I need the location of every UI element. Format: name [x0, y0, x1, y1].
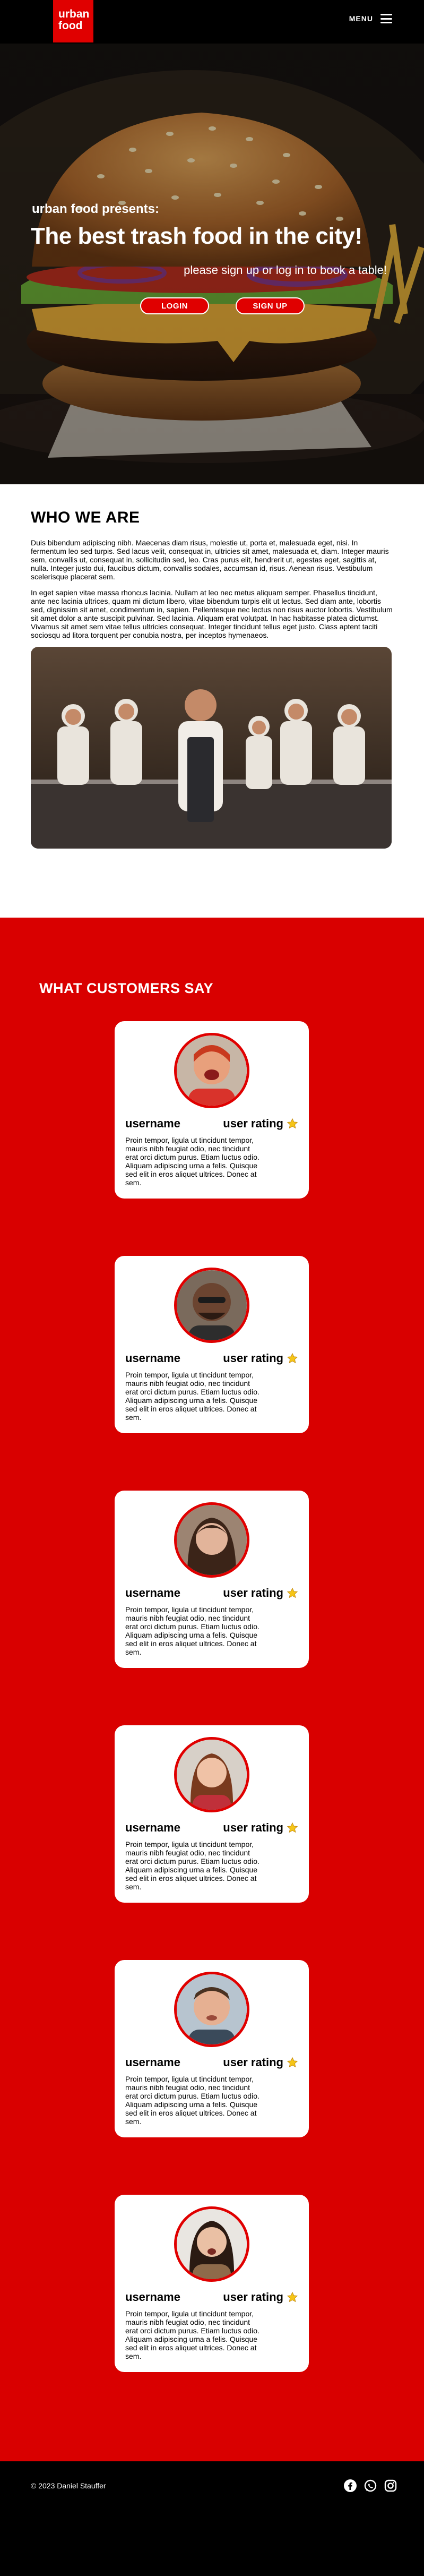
star-icon — [287, 1587, 298, 1598]
hamburger-icon — [380, 14, 392, 23]
review-text: Proin tempor, ligula ut tincidunt tempor… — [125, 1136, 259, 1187]
avatar — [174, 1737, 249, 1812]
review-card: username user rating Proin tempor, ligul… — [115, 1021, 309, 1199]
star-icon — [287, 1353, 298, 1364]
whatsapp-icon[interactable] — [364, 2479, 377, 2493]
review-card: username user rating Proin tempor, ligul… — [115, 1491, 309, 1668]
review-card: username user rating Proin tempor, ligul… — [115, 2195, 309, 2372]
facebook-icon[interactable] — [343, 2479, 357, 2493]
review-rating: user rating — [223, 1821, 298, 1835]
hero-subtitle: please sign up or log in to book a table… — [184, 263, 387, 277]
review-meta: username user rating — [125, 1351, 298, 1365]
hero-kicker: urban food presents: — [32, 202, 160, 216]
about-heading: WHO WE ARE — [31, 509, 140, 526]
avatar — [174, 1502, 249, 1578]
review-card: username user rating Proin tempor, ligul… — [115, 1960, 309, 2137]
review-text: Proin tempor, ligula ut tincidunt tempor… — [125, 1605, 259, 1656]
review-meta: username user rating — [125, 2056, 298, 2069]
review-card: username user rating Proin tempor, ligul… — [115, 1256, 309, 1433]
avatar — [174, 1033, 249, 1108]
instagram-icon[interactable] — [384, 2479, 397, 2493]
hero-section: urban food presents: The best trash food… — [0, 44, 424, 484]
review-meta: username user rating — [125, 1117, 298, 1131]
review-username: username — [125, 1351, 180, 1365]
review-text: Proin tempor, ligula ut tincidunt tempor… — [125, 2075, 259, 2126]
review-text: Proin tempor, ligula ut tincidunt tempor… — [125, 1840, 259, 1891]
about-paragraph-2: In eget sapien vitae massa rhoncus lacin… — [31, 588, 393, 639]
review-meta: username user rating — [125, 1586, 298, 1600]
footer: © 2023 Daniel Stauffer — [0, 2461, 424, 2510]
logo-line-2: food — [58, 20, 83, 32]
avatar — [174, 1268, 249, 1343]
signup-button[interactable]: SIGN UP — [236, 297, 305, 314]
star-icon — [287, 2057, 298, 2068]
copyright: © 2023 Daniel Stauffer — [31, 2481, 106, 2490]
social-links — [343, 2479, 397, 2493]
avatar — [174, 1972, 249, 2047]
logo-line-1: urban — [58, 8, 90, 20]
rating-label: user rating — [223, 2056, 283, 2069]
rating-label: user rating — [223, 1821, 283, 1834]
avatar — [174, 2206, 249, 2282]
star-icon — [287, 2291, 298, 2303]
about-paragraph-1: Duis bibendum adipiscing nibh. Maecenas … — [31, 538, 389, 581]
reviews-section: WHAT CUSTOMERS SAY username user rating … — [0, 918, 424, 2461]
menu-label: MENU — [349, 14, 373, 23]
hero-title: The best trash food in the city! — [31, 223, 362, 249]
rating-label: user rating — [223, 2290, 283, 2304]
review-username: username — [125, 1117, 180, 1130]
team-photo — [31, 647, 392, 849]
review-text: Proin tempor, ligula ut tincidunt tempor… — [125, 2309, 259, 2360]
top-nav: urban food MENU — [0, 0, 424, 44]
review-meta: username user rating — [125, 2290, 298, 2304]
login-button[interactable]: LOGIN — [140, 297, 209, 314]
review-rating: user rating — [223, 2290, 298, 2304]
hero-buttons: LOGIN SIGN UP — [140, 297, 305, 314]
rating-label: user rating — [223, 1586, 283, 1599]
star-icon — [287, 1118, 298, 1129]
review-username: username — [125, 2056, 180, 2069]
menu-button[interactable]: MENU — [349, 14, 392, 23]
review-rating: user rating — [223, 1586, 298, 1600]
review-rating: user rating — [223, 1117, 298, 1131]
review-card: username user rating Proin tempor, ligul… — [115, 1725, 309, 1903]
review-text: Proin tempor, ligula ut tincidunt tempor… — [125, 1371, 259, 1422]
review-username: username — [125, 2290, 180, 2304]
logo[interactable]: urban food — [53, 0, 93, 42]
review-meta: username user rating — [125, 1821, 298, 1835]
rating-label: user rating — [223, 1117, 283, 1130]
review-rating: user rating — [223, 2056, 298, 2069]
review-username: username — [125, 1586, 180, 1599]
reviews-heading: WHAT CUSTOMERS SAY — [39, 980, 214, 996]
rating-label: user rating — [223, 1351, 283, 1365]
about-section: WHO WE ARE Duis bibendum adipiscing nibh… — [0, 484, 424, 918]
star-icon — [287, 1822, 298, 1833]
review-rating: user rating — [223, 1351, 298, 1365]
review-username: username — [125, 1821, 180, 1834]
